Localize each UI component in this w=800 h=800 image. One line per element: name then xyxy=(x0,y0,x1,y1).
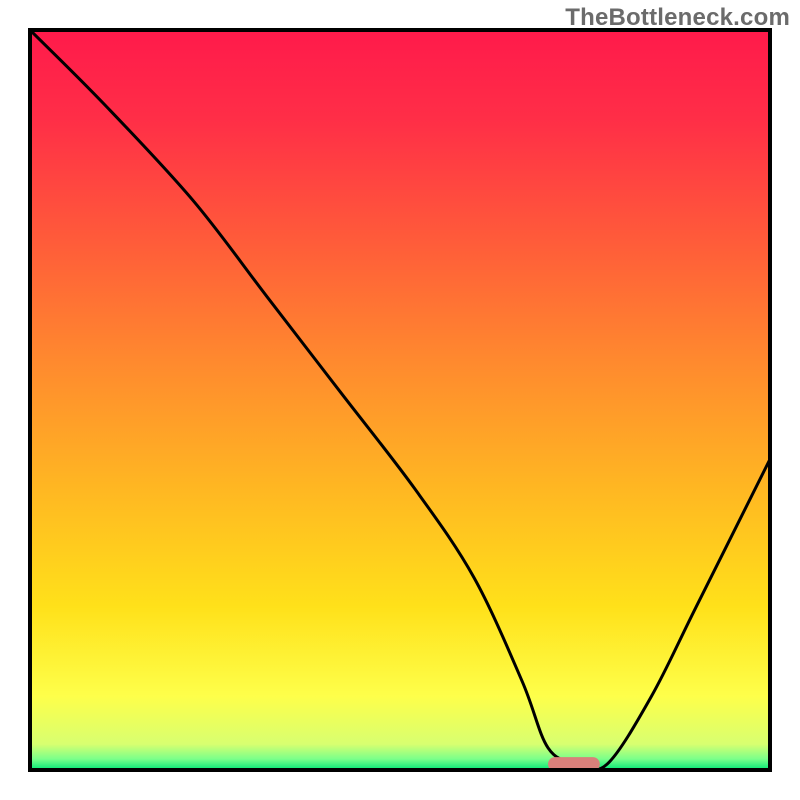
chart-container: TheBottleneck.com xyxy=(0,0,800,800)
bottleneck-chart xyxy=(0,0,800,800)
source-watermark: TheBottleneck.com xyxy=(565,4,790,32)
